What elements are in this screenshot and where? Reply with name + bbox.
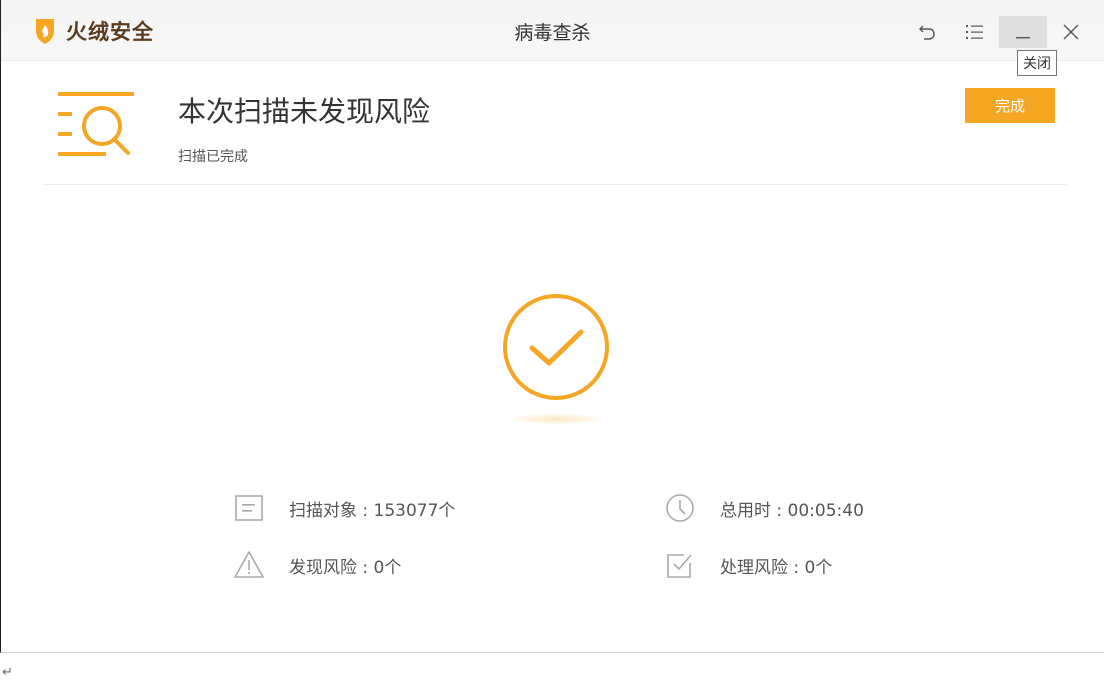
close-tooltip: 关闭 [1017, 50, 1057, 76]
stat-risks-found: 发现风险 : 0个 [233, 549, 401, 581]
stat-risks-handled: 处理风险 : 0个 [664, 549, 832, 581]
app-window: 火绒安全 病毒查杀 关闭 本次扫描未发现风险 扫描已完成 完成 扫描对象: 1… [0, 0, 1104, 653]
title-bar: 火绒安全 病毒查杀 [1, 0, 1104, 61]
menu-list-icon [966, 25, 983, 39]
scan-search-icon [58, 92, 134, 156]
clock-icon [666, 494, 694, 522]
back-arrow-icon [919, 25, 935, 40]
warning-icon [234, 551, 264, 578]
close-icon [1063, 24, 1079, 40]
stat-total-time: 总用时 : 00:05:40 [664, 492, 864, 524]
check-circle-icon [503, 294, 609, 400]
done-button[interactable]: 完成 [965, 88, 1055, 123]
return-glyph: ↵ [2, 665, 13, 680]
stat-scan-objects: 扫描对象 : 153077个 [233, 492, 455, 524]
scan-objects-text: 扫描对象 : 153077个 [289, 500, 456, 521]
result-subtitle: 扫描已完成 [178, 149, 248, 165]
total-time-text: 总用时 : 00:05:40 [720, 500, 864, 521]
minimize-button[interactable] [999, 16, 1047, 48]
back-button[interactable] [903, 16, 951, 48]
scan-result-header: 本次扫描未发现风险 扫描已完成 完成 [44, 60, 1067, 185]
check-shadow [511, 414, 601, 424]
risks-found-text: 发现风险 : 0个 [289, 557, 402, 578]
menu-button[interactable] [951, 16, 999, 48]
scan-success-indicator [499, 290, 613, 430]
checkbox-icon [667, 554, 692, 578]
result-title: 本次扫描未发现风险 [178, 95, 431, 128]
risks-handled-text: 处理风险 : 0个 [720, 557, 833, 578]
minimize-icon [1016, 37, 1030, 39]
close-button[interactable] [1047, 16, 1095, 48]
document-icon [235, 495, 263, 521]
